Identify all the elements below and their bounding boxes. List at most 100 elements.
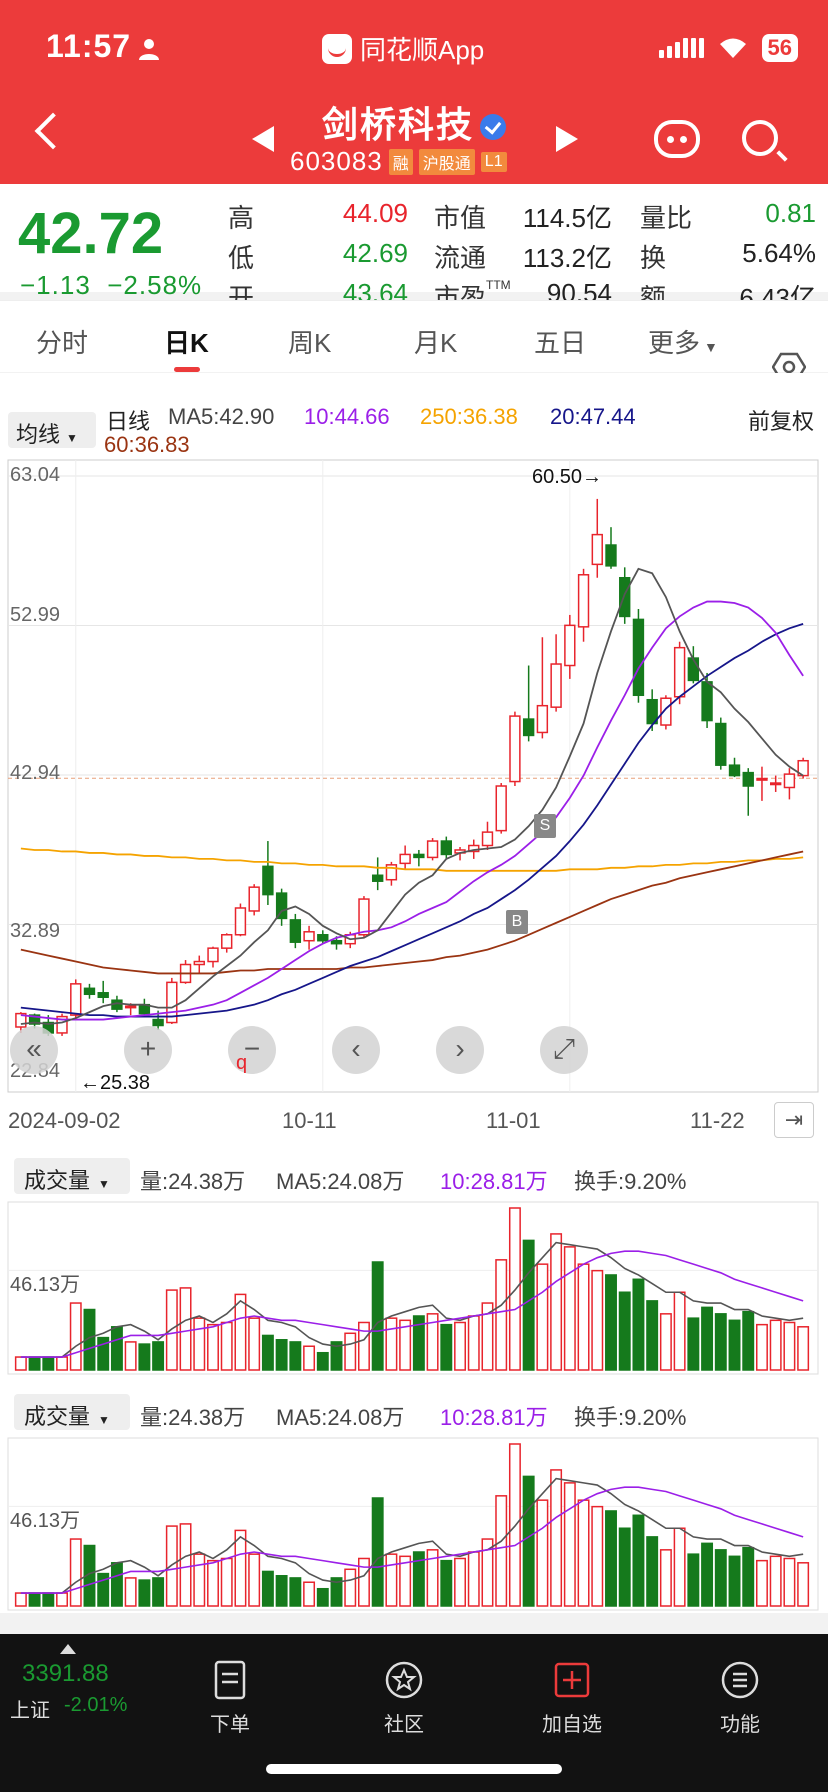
candle-body	[262, 865, 274, 896]
nav-functions[interactable]: 功能	[690, 1660, 790, 1737]
volume-bar	[742, 1310, 755, 1371]
pan-right-button[interactable]: ›	[436, 1026, 484, 1074]
nav-community[interactable]: 社区	[354, 1660, 454, 1737]
volume-bar	[714, 1313, 727, 1371]
tag-level: L1	[480, 151, 507, 172]
volume-selector[interactable]: 成交量 ▼	[14, 1394, 130, 1430]
expand-icon[interactable]	[60, 1644, 76, 1654]
candle-body	[783, 773, 796, 789]
ma60-legend: 60:36.83	[104, 432, 190, 457]
candle-body	[522, 718, 535, 737]
date-label: 11-22	[690, 1108, 745, 1133]
nav-order[interactable]: 下单	[180, 1660, 280, 1737]
ma20-legend: 20:47.44	[550, 404, 636, 429]
volume-bar	[69, 1302, 82, 1371]
volume-bar	[220, 1321, 233, 1371]
vr-label: 量比	[640, 203, 693, 233]
jump-latest-button[interactable]: ⇥	[774, 1102, 814, 1138]
volume-bar	[563, 1482, 576, 1607]
volume-bar	[605, 1274, 617, 1371]
robot-assistant-icon[interactable]	[654, 120, 700, 158]
ma-selector[interactable]: 均线 ▼	[8, 412, 96, 448]
tab-five-day[interactable]: 五日	[534, 323, 586, 360]
volume-bar	[536, 1263, 549, 1371]
volume-bar	[275, 1575, 288, 1607]
sell-marker[interactable]: S	[534, 814, 556, 838]
verified-icon	[480, 114, 506, 141]
volume-bar	[467, 1551, 480, 1607]
buy-marker[interactable]: B	[506, 910, 528, 934]
volume-bar	[536, 1499, 549, 1607]
volume-bar	[714, 1549, 727, 1607]
search-icon[interactable]	[742, 120, 778, 156]
volume-bar	[495, 1495, 508, 1607]
volume-bar	[385, 1317, 398, 1371]
candle-body	[673, 646, 686, 698]
tab-more[interactable]: 更多 ▼	[648, 323, 718, 360]
volume-bar	[659, 1313, 672, 1371]
stock-code-row: 603083 融 沪股通 L1	[290, 146, 507, 177]
volume-bar	[152, 1577, 165, 1607]
index-value[interactable]: 3391.88	[22, 1660, 109, 1688]
volume-bar	[646, 1536, 659, 1607]
adjust-mode[interactable]: 前复权	[748, 404, 814, 436]
stock-code: 603083	[290, 146, 383, 176]
volume-value: 量:24.38万	[140, 1169, 246, 1194]
chevron-down-icon: ▼	[98, 1413, 110, 1427]
volume-bar	[701, 1306, 714, 1371]
tab-monthly-k[interactable]: 月K	[414, 323, 457, 360]
volume-bar	[605, 1510, 617, 1607]
volume-ma10-line	[20, 1250, 804, 1358]
menu-icon	[721, 1661, 759, 1699]
kline-chart[interactable]	[0, 456, 828, 1096]
tag-margin: 融	[388, 148, 413, 175]
period-tabs: 分时 日K 周K 月K 五日 更多 ▼	[0, 300, 828, 372]
volume-ma5-line	[20, 1477, 804, 1594]
candle-body	[426, 840, 439, 859]
volume-chart[interactable]	[0, 1200, 828, 1376]
candle-body	[358, 898, 370, 936]
pan-left-button[interactable]: ‹	[332, 1026, 380, 1074]
price-tick: 42.94	[10, 762, 61, 784]
tab-timeshare[interactable]: 分时	[36, 323, 88, 360]
volume-bar	[289, 1577, 302, 1607]
zoom-in-button[interactable]: +	[124, 1026, 172, 1074]
tab-weekly-k[interactable]: 周K	[288, 323, 331, 360]
candle-body	[440, 840, 453, 856]
volume-bar	[550, 1469, 563, 1607]
nav-add-watchlist[interactable]: 加自选	[522, 1660, 622, 1737]
volume-bar	[673, 1291, 686, 1371]
volume-bar	[344, 1568, 357, 1607]
tag-connect: 沪股通	[418, 148, 475, 175]
person-icon	[139, 39, 159, 60]
volume-bar	[69, 1538, 82, 1607]
volume-selector[interactable]: 成交量 ▼	[14, 1158, 130, 1194]
volume-bar	[646, 1300, 659, 1371]
volume-bar	[728, 1319, 741, 1371]
mcap-value: 114.5亿	[522, 203, 612, 233]
volume-bar	[28, 1356, 41, 1371]
volume-bar	[769, 1555, 782, 1607]
candle-body	[70, 983, 82, 1016]
volume-chart[interactable]	[0, 1436, 828, 1612]
tab-daily-k[interactable]: 日K	[164, 323, 209, 360]
candle-body	[701, 681, 713, 722]
price-tick: 32.89	[10, 920, 61, 942]
volume-bar	[728, 1555, 741, 1607]
date-label: 10-11	[282, 1108, 337, 1133]
volume-bar	[550, 1233, 563, 1371]
volume-bar	[659, 1549, 672, 1607]
volume-bar	[358, 1557, 370, 1607]
volume-bar	[577, 1499, 590, 1607]
float-value: 113.2亿	[522, 243, 612, 273]
candle-body	[97, 992, 109, 998]
rewind-button[interactable]: «	[10, 1026, 58, 1074]
candle-body	[193, 960, 205, 966]
candle-body	[317, 934, 329, 942]
volume-bar	[563, 1246, 576, 1371]
fullscreen-button[interactable]: ⤢	[540, 1026, 588, 1074]
candle-body	[481, 831, 494, 847]
ma250-line	[20, 847, 804, 872]
volume-bar	[756, 1559, 768, 1607]
app-logo-icon	[322, 33, 352, 64]
